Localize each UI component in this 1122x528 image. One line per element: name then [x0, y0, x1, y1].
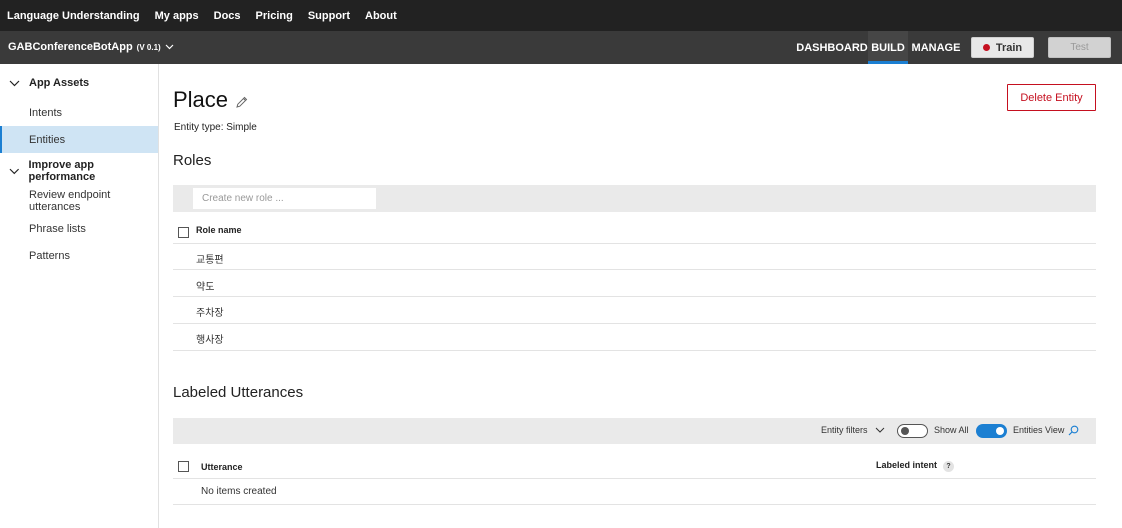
- delete-entity-button[interactable]: Delete Entity: [1007, 84, 1096, 111]
- entities-view-label: Entities View: [1013, 425, 1065, 435]
- entity-name: Place: [173, 87, 229, 112]
- nav-language-understanding[interactable]: Language Understanding: [7, 10, 140, 22]
- entity-filters-label: Entity filters: [821, 425, 868, 435]
- chevron-down-icon: [165, 44, 174, 50]
- labeled-utterances-heading: Labeled Utterances: [173, 384, 304, 401]
- create-role-input[interactable]: [193, 188, 376, 209]
- tab-dashboard[interactable]: DASHBOARD: [796, 31, 868, 64]
- sidebar-item-entities[interactable]: Entities: [0, 126, 158, 153]
- sidebar-item-patterns[interactable]: Patterns: [0, 242, 158, 269]
- select-all-utterances-checkbox[interactable]: [178, 461, 189, 472]
- sidebar-group-app-assets[interactable]: App Assets: [0, 70, 158, 96]
- show-all-label: Show All: [934, 425, 969, 435]
- roles-heading: Roles: [173, 152, 212, 169]
- utterance-filter-bar: Entity filters Show All Entities View: [173, 418, 1096, 444]
- divider: [173, 296, 1096, 297]
- divider: [173, 504, 1096, 505]
- divider: [173, 478, 1096, 479]
- search-icon[interactable]: [1068, 425, 1079, 436]
- divider: [173, 350, 1096, 351]
- nav-support[interactable]: Support: [308, 10, 350, 22]
- sidebar-group-improve-app-performance[interactable]: Improve app performance: [0, 158, 158, 184]
- role-name-column-header[interactable]: Role name: [196, 225, 242, 235]
- chevron-down-icon: [9, 80, 20, 86]
- sidebar-item-intents[interactable]: Intents: [0, 99, 158, 126]
- role-row[interactable]: 교통편: [196, 251, 224, 266]
- sidebar-item-phrase-lists[interactable]: Phrase lists: [0, 215, 158, 242]
- labeled-intent-label: Labeled intent: [876, 460, 938, 470]
- toggle-knob: [901, 427, 909, 435]
- help-icon[interactable]: ?: [943, 461, 955, 472]
- nav-my-apps[interactable]: My apps: [155, 10, 199, 22]
- app-selector[interactable]: GABConferenceBotApp (V 0.1): [8, 41, 174, 53]
- tab-build[interactable]: BUILD: [868, 31, 908, 64]
- divider: [173, 243, 1096, 244]
- sidebar-group-label: Improve app performance: [28, 159, 96, 183]
- train-status-dot-icon: [982, 44, 990, 51]
- role-row[interactable]: 행사장: [196, 331, 224, 346]
- nav-docs[interactable]: Docs: [214, 10, 241, 22]
- nav-pricing[interactable]: Pricing: [256, 10, 293, 22]
- toggle-knob: [996, 427, 1004, 435]
- divider: [173, 269, 1096, 270]
- show-all-toggle[interactable]: [897, 424, 928, 438]
- main-content: Place Entity type: Simple Delete Entity …: [159, 64, 1122, 528]
- sidebar: App Assets Intents Entities Improve app …: [0, 64, 159, 528]
- chevron-down-icon: [9, 168, 19, 174]
- select-all-roles-checkbox[interactable]: [178, 227, 189, 238]
- page-title: Place: [173, 87, 248, 113]
- app-name: GABConferenceBotApp: [8, 41, 133, 53]
- entity-type-label: Entity type: Simple: [174, 122, 257, 133]
- role-row[interactable]: 주차장: [196, 304, 224, 319]
- top-nav: Language Understanding My apps Docs Pric…: [0, 0, 1122, 31]
- pencil-edit-icon[interactable]: [235, 96, 248, 109]
- entities-view-toggle[interactable]: [976, 424, 1007, 438]
- chevron-down-icon: [875, 427, 885, 433]
- role-toolbar: [173, 185, 1096, 212]
- sidebar-item-review-endpoint-utterances[interactable]: Review endpoint utterances: [0, 187, 158, 214]
- train-button[interactable]: Train: [971, 37, 1034, 58]
- entity-filters-dropdown[interactable]: Entity filters: [821, 425, 885, 435]
- role-row[interactable]: 약도: [196, 278, 214, 293]
- labeled-intent-column-header[interactable]: Labeled intent?: [876, 460, 955, 472]
- empty-state-message: No items created: [201, 486, 277, 497]
- train-label: Train: [995, 41, 1023, 54]
- tab-manage[interactable]: MANAGE: [911, 31, 961, 64]
- nav-about[interactable]: About: [365, 10, 397, 22]
- test-button[interactable]: Test: [1048, 37, 1111, 58]
- sidebar-group-label: App Assets: [29, 77, 90, 89]
- divider: [173, 323, 1096, 324]
- utterance-column-header[interactable]: Utterance: [201, 462, 243, 472]
- app-version: (V 0.1): [136, 42, 161, 52]
- app-bar: GABConferenceBotApp (V 0.1) DASHBOARD BU…: [0, 31, 1122, 64]
